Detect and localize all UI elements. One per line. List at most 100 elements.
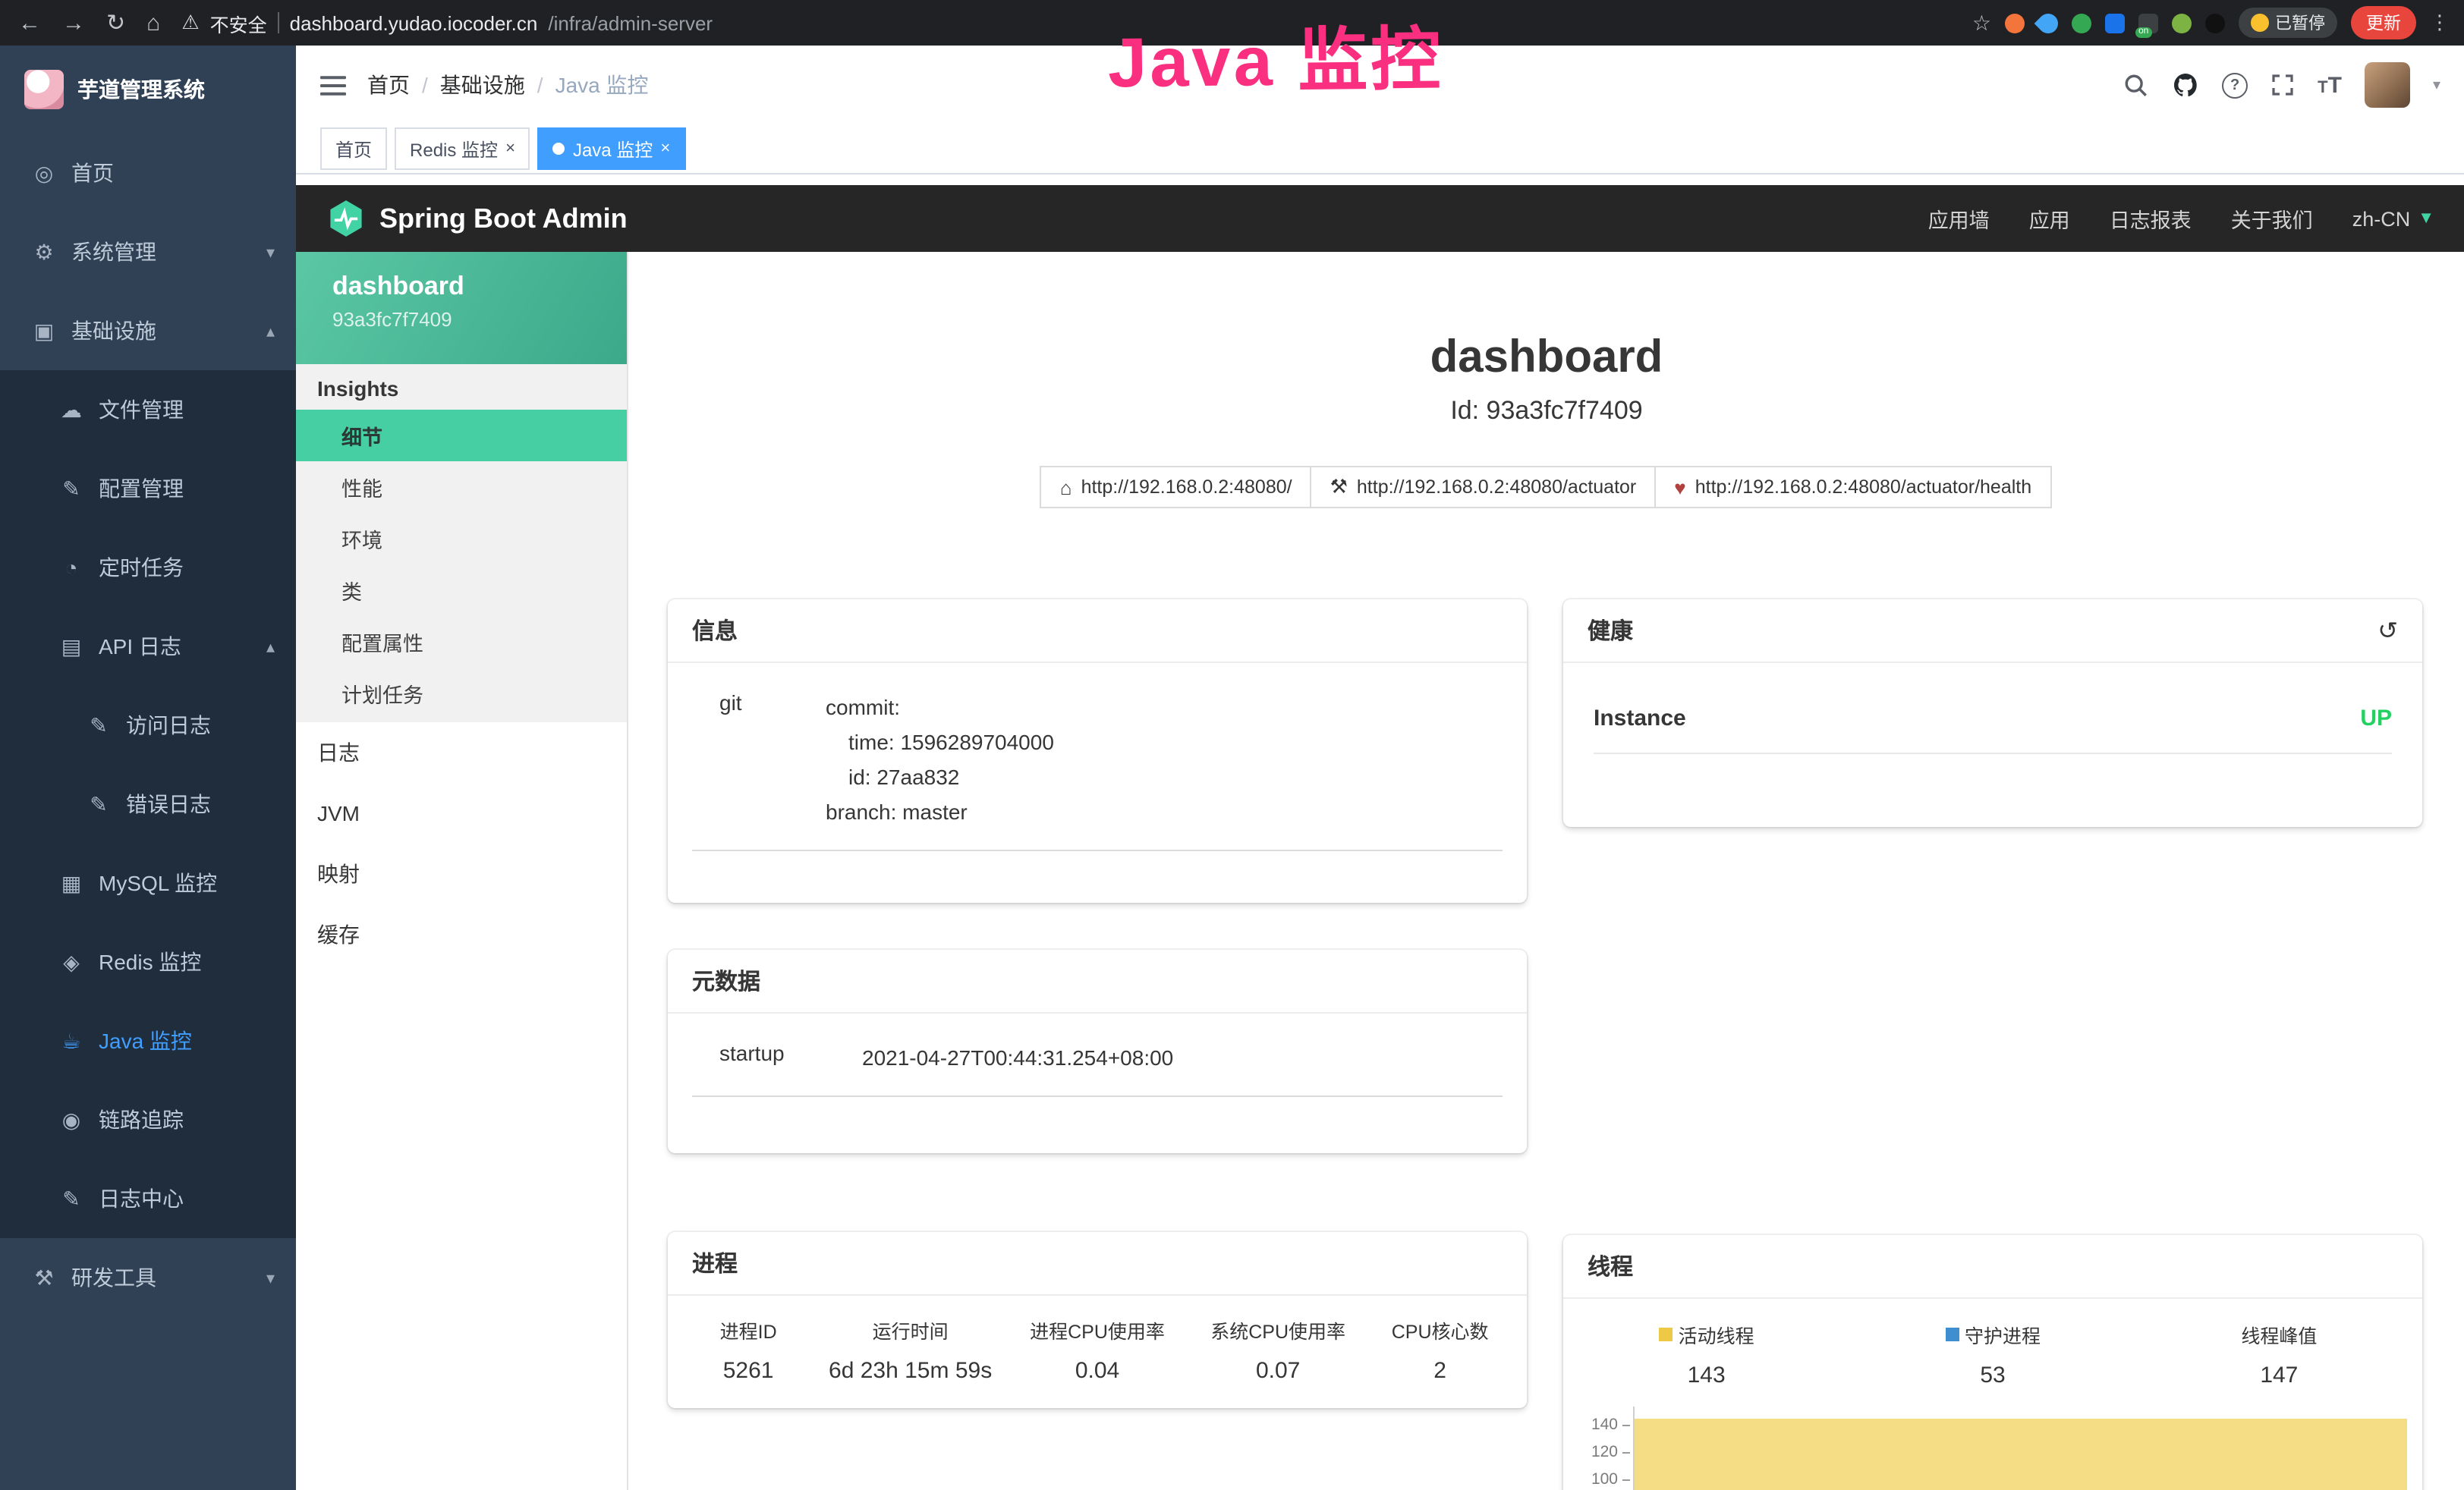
browser-home-icon[interactable]: ⌂ [146,11,160,34]
tag-tabbar: 首页 Redis 监控 × Java 监控 × [296,124,2464,174]
profile-paused-badge[interactable]: 已暂停 [2239,8,2337,38]
help-icon[interactable]: ? [2222,72,2248,98]
card-title: 健康 [1588,615,1633,646]
access-log-icon: ✎ [85,712,112,738]
tab-redis[interactable]: Redis 监控 × [395,127,530,170]
menu-item-config-props[interactable]: 配置属性 [296,616,627,668]
sidebar-item-label: 日志中心 [99,1184,184,1214]
threads-card-header: 线程 [1563,1235,2422,1299]
wrench-icon: ⚒ [1330,475,1348,499]
menu-item-details[interactable]: 细节 [296,410,627,461]
menu-item-scheduled-tasks[interactable]: 计划任务 [296,668,627,719]
cards-grid: 信息 git commit: time: 1596289704000 [628,599,2464,1490]
profile-paused-label: 已暂停 [2275,11,2325,35]
back-icon[interactable]: ← [18,11,41,34]
breadcrumb-home[interactable]: 首页 [367,70,410,100]
menu-item-jvm[interactable]: JVM [296,783,627,844]
chrome-update-button[interactable]: 更新 [2351,6,2416,39]
extension-icon[interactable] [2005,13,2025,33]
close-icon[interactable]: × [505,140,515,157]
forward-icon[interactable]: → [62,11,85,34]
screen: ← → ↻ ⌂ ⚠ 不安全 dashboard.yudao.iocoder.cn… [0,0,2464,1490]
sidebar-item-system[interactable]: ⚙ 系统管理 ▾ [0,212,296,291]
sidebar-item-config[interactable]: ✎ 配置管理 [0,449,296,528]
sidebar-item-log-center[interactable]: ✎ 日志中心 [0,1159,296,1238]
menu-item-mappings[interactable]: 映射 [296,844,627,904]
edit-icon: ✎ [58,476,85,501]
tab-java[interactable]: Java 监控 × [538,127,685,170]
sidebar-item-dev-tools[interactable]: ⚒ 研发工具 ▾ [0,1238,296,1317]
menu-item-logs[interactable]: 日志 [296,722,627,783]
sidebar-item-access-log[interactable]: ✎ 访问日志 [0,686,296,765]
sba-nav-journal[interactable]: 日志报表 [2110,203,2192,234]
api-log-icon: ▤ [58,633,85,659]
tab-label: Redis 监控 [410,136,498,162]
app-logo-icon [24,70,64,109]
sidebar-item-java[interactable]: ☕ Java 监控 [0,1001,296,1080]
refresh-icon[interactable]: ↻ [106,11,125,34]
browser-menu-icon[interactable]: ⋮ [2430,11,2450,35]
instance-id: 93a3fc7f7409 [332,308,627,331]
sidebar-item-api-log[interactable]: ▤ API 日志 ▴ [0,607,296,686]
metadata-value: 2021-04-27T00:44:31.254+08:00 [862,1041,1503,1076]
actuator-url-label: http://192.168.0.2:48080/actuator [1357,476,1636,498]
font-size-icon[interactable]: TT [2318,72,2342,98]
extension-leaf-icon[interactable] [2172,13,2192,33]
sidebar-fold-icon[interactable] [320,74,346,96]
search-icon[interactable] [2123,72,2149,98]
health-url-button[interactable]: ♥ http://192.168.0.2:48080/actuator/heal… [1654,466,2051,508]
breadcrumb-section[interactable]: 基础设施 [440,70,525,100]
sidebar-item-file[interactable]: ☁ 文件管理 [0,370,296,449]
sba-nav-applications[interactable]: 应用 [2029,203,2070,234]
user-avatar[interactable] [2365,62,2410,108]
sidebar-item-error-log[interactable]: ✎ 错误日志 [0,765,296,844]
legend-swatch-blue [1945,1328,1959,1341]
legend-text: 守护进程 [1965,1320,2041,1349]
fullscreen-icon[interactable] [2270,73,2295,97]
sidebar-item-job[interactable]: ◔ 定时任务 [0,528,296,607]
menu-item-environment[interactable]: 环境 [296,513,627,564]
avatar-caret-icon[interactable]: ▾ [2433,77,2440,93]
breadcrumb-separator: / [537,73,543,97]
chart-plot-area [1633,1407,2407,1490]
metadata-row-startup: startup 2021-04-27T00:44:31.254+08:00 [692,1041,1503,1097]
tab-home[interactable]: 首页 [320,127,387,170]
sidebar-item-home[interactable]: ◎ 首页 [0,134,296,212]
legend-label: 线程峰值 [2136,1320,2422,1349]
sba-body: dashboard 93a3fc7f7409 Insights 细节 性能 环境… [296,252,2464,1490]
bookmark-star-icon[interactable]: ☆ [1972,10,1991,36]
extension-drop-icon[interactable] [2034,9,2063,37]
extension-dark-icon[interactable] [2205,13,2225,33]
sidebar-item-label: 配置管理 [99,473,184,504]
y-tick-label: 100 [1591,1470,1618,1488]
sidebar-item-redis[interactable]: ◈ Redis 监控 [0,923,296,1001]
sba-brand[interactable]: Spring Boot Admin [326,199,628,238]
sidebar-item-mysql[interactable]: ▦ MySQL 监控 [0,844,296,923]
threads-card: 线程 活动线程 143 [1563,1235,2422,1490]
browser-toolbar-right: ☆ on 已暂停 更新 ⋮ [1957,6,2464,39]
service-url-button[interactable]: ⌂ http://192.168.0.2:48080/ [1040,466,1312,508]
health-card-header: 健康 ↺ [1563,599,2422,663]
github-icon[interactable] [2172,71,2199,99]
menu-item-caches[interactable]: 缓存 [296,904,627,965]
security-warning-icon[interactable]: ⚠ [181,11,199,35]
close-icon[interactable]: × [660,140,670,157]
history-icon[interactable]: ↺ [2377,615,2398,646]
breadcrumb: 首页 / 基础设施 / Java 监控 [367,70,649,100]
actuator-url-button[interactable]: ⚒ http://192.168.0.2:48080/actuator [1311,466,1657,508]
git-branch-line: branch: master [826,795,1503,830]
address-bar[interactable]: ⚠ 不安全 dashboard.yudao.iocoder.cn/infra/a… [181,8,1957,37]
card-title: 线程 [1588,1250,1633,1282]
extension-on-icon[interactable]: on [2138,13,2158,33]
menu-item-performance[interactable]: 性能 [296,461,627,513]
extension-green-icon[interactable] [2072,13,2091,33]
sba-nav-about[interactable]: 关于我们 [2231,203,2313,234]
app-logo[interactable]: 芋道管理系统 [0,46,296,134]
sba-nav-wall[interactable]: 应用墙 [1928,203,1990,234]
sidebar-item-infra[interactable]: ▣ 基础设施 ▴ [0,291,296,370]
sidebar-item-trace[interactable]: ◉ 链路追踪 [0,1080,296,1159]
legend-value: 143 [1563,1363,1849,1388]
sba-locale-select[interactable]: zh-CN ▼ [2352,207,2434,230]
extension-grid-icon[interactable] [2105,13,2125,33]
menu-item-classes[interactable]: 类 [296,564,627,616]
